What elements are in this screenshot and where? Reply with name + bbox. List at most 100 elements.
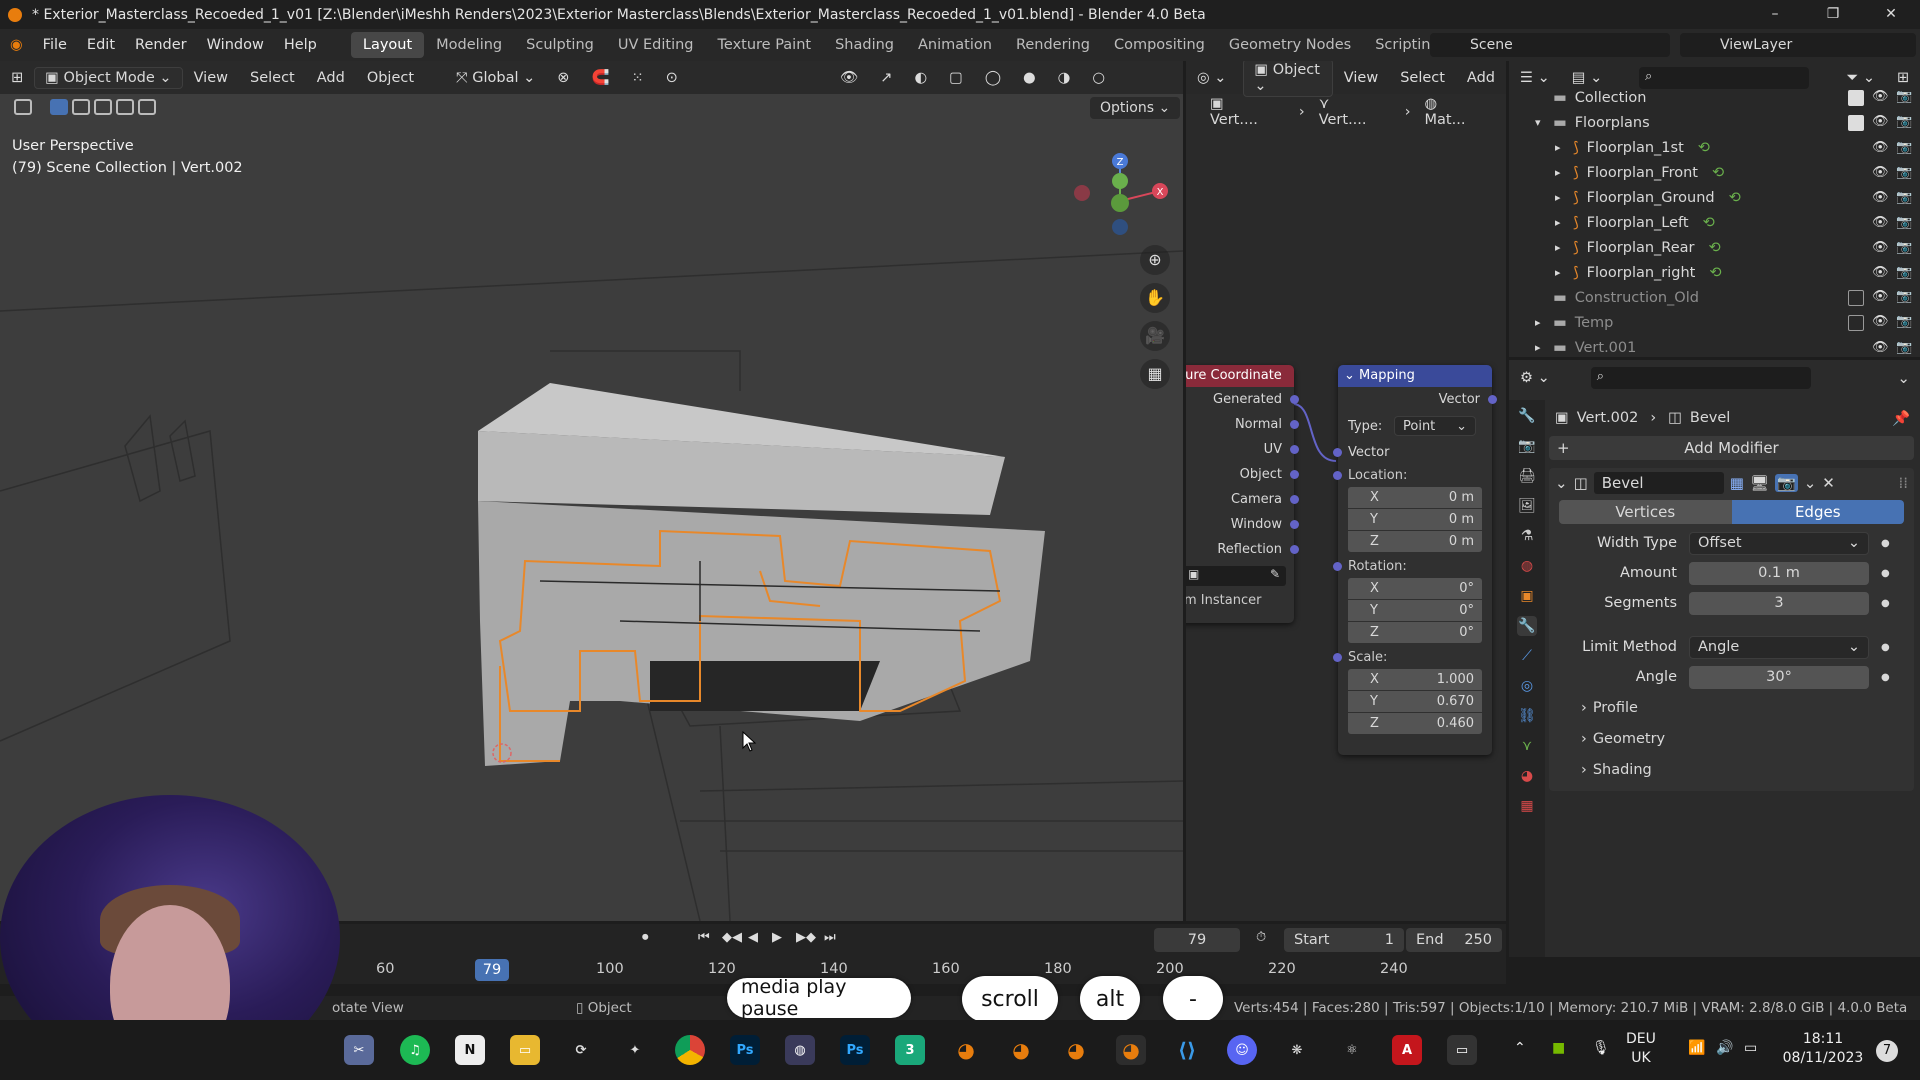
mapping-type-dropdown[interactable]: Point ⌄	[1394, 416, 1476, 436]
remove-modifier-icon[interactable]: ✕	[1822, 474, 1835, 492]
rotation-field[interactable]: Z 0°	[1348, 622, 1482, 643]
render-tab-icon[interactable]: 📷	[1517, 436, 1537, 456]
amount-field[interactable]: 0.1 m	[1689, 561, 1869, 585]
mapping-node[interactable]: ⌄ Mapping Vector Type: Point ⌄ Vector Lo…	[1333, 365, 1497, 755]
volume-icon[interactable]: 🔊	[1716, 1039, 1733, 1058]
render-camera-icon[interactable]: 📷	[1896, 265, 1912, 281]
menu-add[interactable]: Add	[306, 70, 356, 86]
wifi-icon[interactable]: 📶	[1688, 1039, 1705, 1058]
new-collection-icon[interactable]: ⊞	[1886, 70, 1920, 86]
render-camera-icon[interactable]: 📷	[1896, 140, 1912, 156]
keyframe-dot-icon[interactable]: ●	[1881, 568, 1890, 579]
spotify-icon[interactable]: ♫	[400, 1035, 430, 1065]
tab-geometry-nodes[interactable]: Geometry Nodes	[1217, 32, 1363, 58]
exclude-checkbox[interactable]	[1848, 290, 1864, 306]
render-camera-icon[interactable]: 📷	[1896, 215, 1912, 231]
texture-coordinate-node[interactable]: ture Coordinate Generated Normal UV Object C…	[1186, 365, 1299, 623]
visibility-eye-icon[interactable]: 👁	[1872, 314, 1889, 330]
tab-texture-paint[interactable]: Texture Paint	[706, 32, 824, 58]
clock-display[interactable]: 18:11 08/11/2023	[1780, 1030, 1866, 1068]
output-tab-icon[interactable]: 🖨	[1517, 466, 1537, 486]
add-modifier-button[interactable]: + Add Modifier	[1549, 436, 1914, 460]
segments-field[interactable]: 3	[1689, 591, 1869, 615]
menu-file[interactable]: File	[33, 37, 77, 53]
pan-hand-icon[interactable]: ✋	[1140, 283, 1170, 313]
scale-field[interactable]: Y 0.670	[1348, 691, 1482, 712]
outliner-item[interactable]: ▸ ⟆ Floorplan_Left ⟲ 👁 📷	[1509, 210, 1920, 235]
modifier-menu-icon[interactable]: ⌄	[1804, 474, 1817, 492]
modifier-tab-icon[interactable]: 🔧	[1517, 616, 1537, 636]
clock-icon[interactable]: ⏱	[1256, 930, 1266, 945]
curve-data-icon[interactable]: ⟲	[1709, 265, 1721, 281]
blender-icon[interactable]: ◕	[951, 1035, 981, 1065]
minimize-button[interactable]: –	[1746, 0, 1804, 29]
davinci-icon[interactable]: ◍	[785, 1035, 815, 1065]
tray-chevron-icon[interactable]: ⌃	[1514, 1039, 1526, 1058]
visibility-eye-icon[interactable]: 👁	[1872, 265, 1889, 281]
output-socket[interactable]	[1290, 520, 1299, 529]
menu-select[interactable]: Select	[239, 70, 306, 86]
outliner-item[interactable]: ▸ ⟆ Floorplan_right ⟲ 👁 📷	[1509, 260, 1920, 285]
outliner-item[interactable]: ▸ ▬ Vert.001 👁 📷	[1509, 335, 1920, 357]
gizmo-toggle-icon[interactable]: ↗	[869, 70, 903, 86]
menu-edit[interactable]: Edit	[77, 37, 125, 53]
tab-shading[interactable]: Shading	[823, 32, 906, 58]
blender-3-icon[interactable]: ◕	[1061, 1035, 1091, 1065]
render-camera-icon[interactable]: 📷	[1896, 240, 1912, 256]
snipping-tool-icon[interactable]: ✂	[344, 1035, 374, 1065]
width-type-dropdown[interactable]: Offset ⌄	[1689, 531, 1869, 555]
keyframe-dot-icon[interactable]: ●	[1881, 672, 1890, 683]
object-picker-field[interactable]: ▣ ✎	[1186, 566, 1286, 586]
menu-view[interactable]: View	[183, 70, 239, 86]
visibility-eye-icon[interactable]: 👁	[1872, 140, 1889, 156]
output-socket[interactable]	[1290, 445, 1299, 454]
viewport-toggle-icon[interactable]: 🖥	[1750, 474, 1769, 492]
visibility-eye-icon[interactable]: 👁	[1872, 289, 1889, 305]
drag-handle-icon[interactable]: ⁞⁞	[1898, 474, 1908, 492]
scene-tab-icon[interactable]: ⚗	[1517, 526, 1537, 546]
location-field[interactable]: Y 0 m	[1348, 509, 1482, 530]
input-socket[interactable]	[1333, 471, 1342, 480]
exclude-checkbox[interactable]	[1848, 315, 1864, 331]
play-reverse-icon[interactable]: ◀	[748, 930, 758, 945]
visibility-eye-icon[interactable]: 👁	[1872, 114, 1889, 130]
properties-editor[interactable]: ⚙ ⌄ ⌕ ⌄ 🔧 📷 🖨 🖼 ⚗ ◍ ▣ 🔧 ⟋ ◎ ⛓ ⋎ ◕ ▦ ▣ Ve…	[1509, 360, 1920, 957]
battery-icon[interactable]: ▭	[1744, 1039, 1757, 1058]
ortho-grid-icon[interactable]: ▦	[1140, 359, 1170, 389]
scene-selector[interactable]: Scene	[1430, 33, 1670, 57]
chatgpt-icon[interactable]: ✦	[620, 1035, 650, 1065]
keyframe-dot-icon[interactable]: ●	[1881, 598, 1890, 609]
tab-rendering[interactable]: Rendering	[1004, 32, 1102, 58]
close-button[interactable]: ✕	[1862, 0, 1920, 29]
box-select-invert-icon[interactable]	[116, 99, 134, 115]
box-select-intersect-icon[interactable]	[138, 99, 156, 115]
language-indicator[interactable]: DEU UK	[1626, 1030, 1656, 1068]
restore-button[interactable]: ❐	[1804, 0, 1862, 29]
edit-mode-toggle-icon[interactable]: ▦	[1730, 474, 1744, 492]
play-icon[interactable]: ▶	[772, 930, 782, 945]
collection-chevron-icon[interactable]: ▾	[1535, 116, 1547, 129]
outliner-item[interactable]: ▬ Collection 👁 📷	[1509, 85, 1920, 110]
curve-data-icon[interactable]: ⟲	[1709, 240, 1721, 256]
playhead-frame[interactable]: 79	[475, 959, 509, 981]
solid-shading-icon[interactable]: ●	[1012, 70, 1047, 86]
render-camera-icon[interactable]: 📷	[1896, 114, 1912, 130]
menu-render[interactable]: Render	[125, 37, 197, 53]
blender-active-icon[interactable]: ◕	[1116, 1035, 1146, 1065]
pivot-icon[interactable]: ⊗	[546, 70, 580, 86]
discord-icon[interactable]: ☺	[1227, 1035, 1257, 1065]
visibility-icon[interactable]: 👁	[829, 69, 869, 86]
curve-data-icon[interactable]: ⟲	[1703, 215, 1715, 231]
location-field[interactable]: Z 0 m	[1348, 531, 1482, 552]
particles-tab-icon[interactable]: ⟋	[1517, 646, 1537, 666]
current-frame-field[interactable]: 79	[1154, 928, 1240, 952]
xray-icon[interactable]: ▢	[938, 70, 974, 86]
box-select-new-icon[interactable]	[50, 99, 68, 115]
snap-icon[interactable]: 🧲	[580, 69, 620, 86]
terminal-icon[interactable]: ▭	[1447, 1035, 1477, 1065]
end-frame-field[interactable]: End 250	[1406, 928, 1502, 952]
overlay-toggle-icon[interactable]: ◐	[903, 70, 938, 86]
render-camera-icon[interactable]: 📷	[1896, 340, 1912, 356]
acrobat-icon[interactable]: A	[1392, 1035, 1422, 1065]
outliner-item[interactable]: ▾ ▬ Floorplans 👁 📷	[1509, 110, 1920, 135]
